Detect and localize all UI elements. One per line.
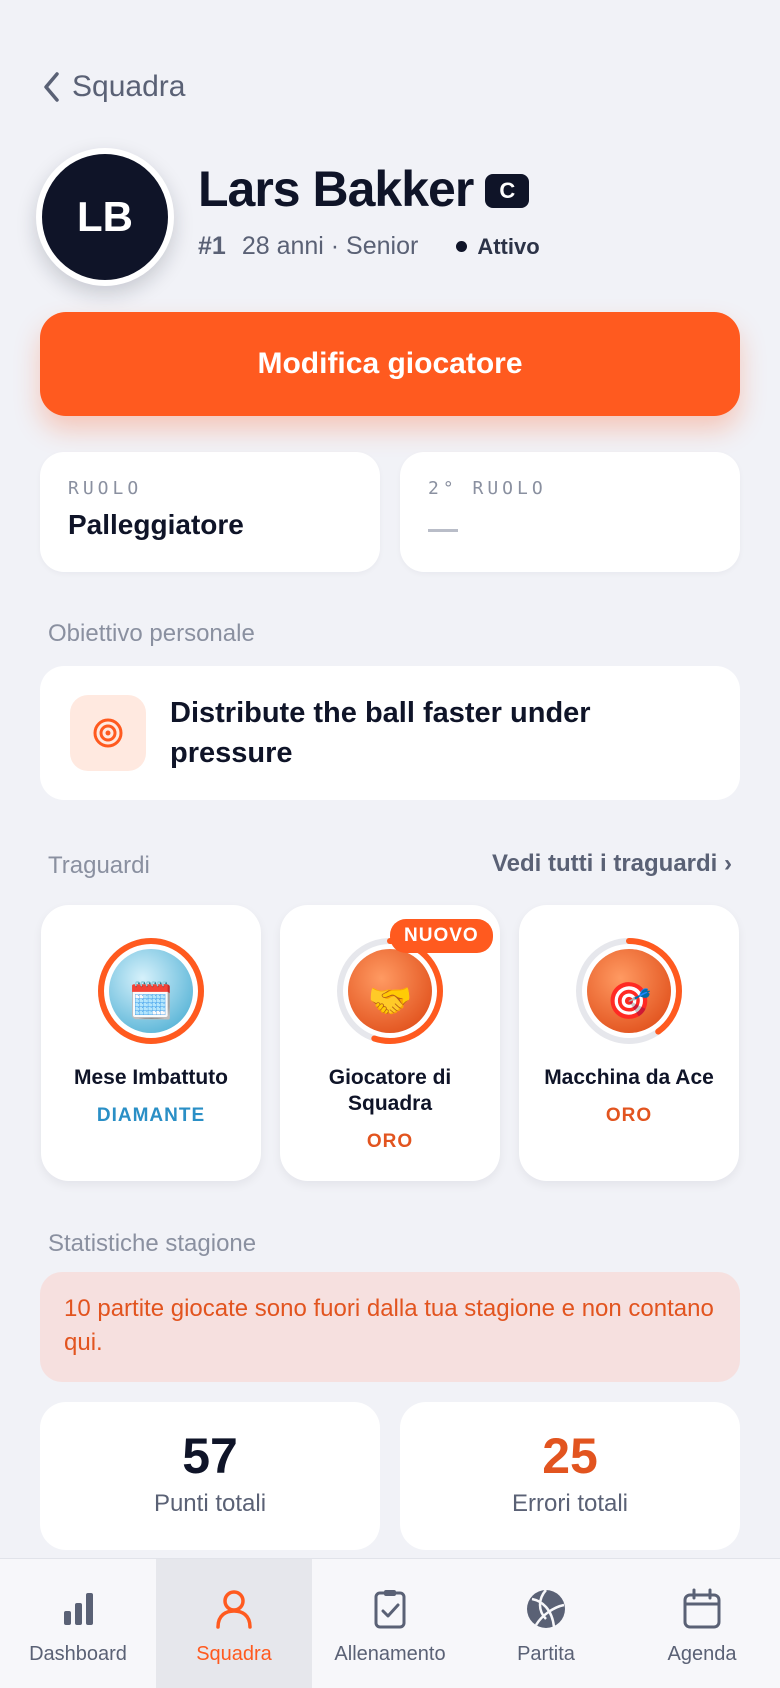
captain-badge: C <box>485 174 530 208</box>
badge-tier: ORO <box>366 1131 414 1152</box>
stat-value: 25 <box>542 1428 598 1484</box>
badge-name: Mese Imbattuto <box>73 1066 228 1089</box>
achievement-badge[interactable]: 🤝 NUOVO Giocatore di Squadra ORO <box>280 905 500 1181</box>
status-label: Attivo <box>477 233 540 259</box>
age-category: 28 anni · Senior <box>241 232 419 260</box>
new-badge-tag: NUOVO <box>390 919 493 953</box>
achievement-badge[interactable]: 🎯 Macchina da Ace ORO <box>519 905 739 1181</box>
jersey-number: #1 <box>198 232 226 260</box>
see-all-achievements-link[interactable]: Vedi tutti i traguardi › <box>492 850 732 878</box>
player-name: Lars Bakker <box>198 161 474 217</box>
achievements-section-title: Traguardi <box>48 852 150 879</box>
goal-text: Distribute the ball faster under pressur… <box>170 697 591 769</box>
back-label: Squadra <box>72 70 186 103</box>
tab-allenamento[interactable]: Allenamento <box>312 1559 468 1688</box>
stat-label: Punti totali <box>153 1490 267 1517</box>
tab-label: Partita <box>517 1643 575 1665</box>
secondary-role-card[interactable]: 2° RUOLO <box>400 452 740 572</box>
avatar: LB <box>36 148 174 286</box>
calendar-emoji-icon: 🗓️ <box>128 980 174 1021</box>
target-emoji-icon: 🎯 <box>606 980 652 1021</box>
player-name-row: Lars Bakker C <box>198 160 530 218</box>
season-section-title: Statistiche stagione <box>48 1230 257 1257</box>
goal-card[interactable]: Distribute the ball faster under pressur… <box>40 666 740 800</box>
target-icon <box>70 695 146 771</box>
status-dot-icon <box>456 241 468 252</box>
tab-squadra[interactable]: Squadra <box>156 1559 312 1688</box>
clipboard-check-icon <box>374 1590 406 1629</box>
status-badge: Attivo <box>456 233 540 260</box>
tab-partita[interactable]: Partita <box>468 1559 624 1688</box>
badge-name: Macchina da Ace <box>544 1066 714 1089</box>
goal-section-title: Obiettivo personale <box>48 620 255 647</box>
tab-label: Squadra <box>196 1643 272 1665</box>
handshake-emoji-icon: 🤝 <box>367 980 413 1021</box>
edit-player-button[interactable]: Modifica giocatore <box>40 312 740 416</box>
primary-role-value: Palleggiatore <box>68 509 244 540</box>
tab-dashboard[interactable]: Dashboard <box>0 1559 156 1688</box>
empty-value-dash <box>428 529 458 532</box>
primary-role-label: RUOLO <box>68 478 143 499</box>
calendar-icon <box>683 1588 721 1629</box>
player-meta: #1 28 anni · Senior Attivo <box>198 232 540 261</box>
badge-tier: ORO <box>605 1105 653 1126</box>
tab-agenda[interactable]: Agenda <box>624 1559 780 1688</box>
person-icon <box>216 1590 252 1629</box>
tab-label: Agenda <box>667 1643 737 1665</box>
tab-label: Allenamento <box>334 1643 446 1665</box>
back-button[interactable]: Squadra <box>40 70 185 104</box>
bottom-tab-bar: Dashboard Squadra Allenamento Partita Ag… <box>0 1558 780 1688</box>
bar-chart-icon <box>64 1593 93 1625</box>
secondary-role-label: 2° RUOLO <box>428 478 547 499</box>
season-notice: 10 partite giocate sono fuori dalla tua … <box>40 1272 740 1382</box>
stat-value: 57 <box>182 1428 238 1484</box>
achievement-badge[interactable]: 🗓️ Mese Imbattuto DIAMANTE <box>41 905 261 1181</box>
primary-role-card[interactable]: RUOLO Palleggiatore <box>40 452 380 572</box>
volleyball-icon <box>527 1589 565 1628</box>
tab-label: Dashboard <box>29 1643 127 1665</box>
badge-tier: DIAMANTE <box>96 1105 206 1126</box>
stat-label: Errori totali <box>511 1490 629 1517</box>
badge-name: Giocatore di Squadra <box>328 1066 452 1115</box>
chevron-left-icon <box>44 72 59 102</box>
stat-card-points: 57 Punti totali <box>40 1402 380 1550</box>
stat-card-errors: 25 Errori totali <box>400 1402 740 1550</box>
